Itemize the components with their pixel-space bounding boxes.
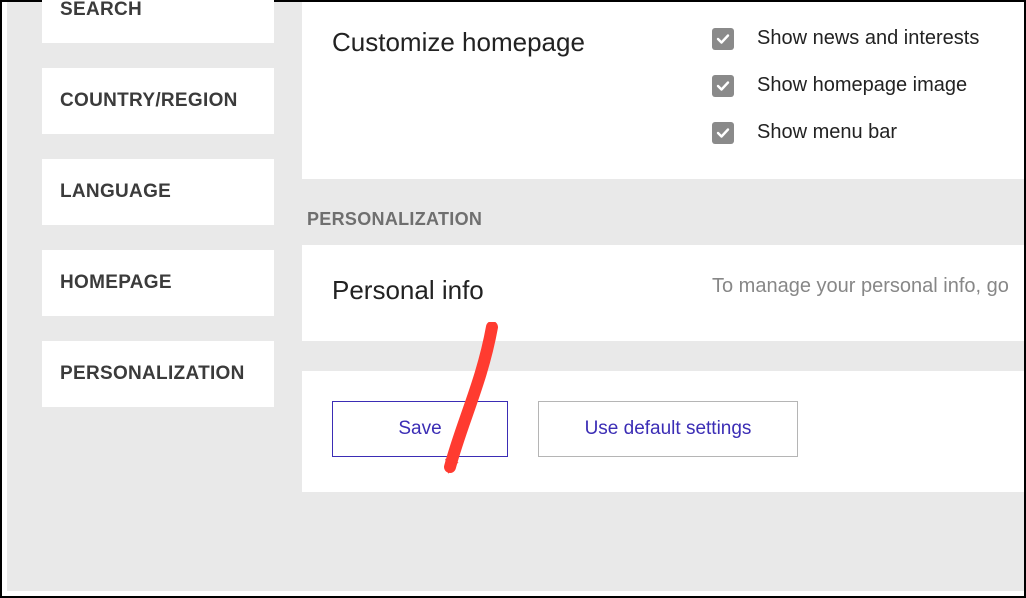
sidebar-item-label: COUNTRY/REGION — [60, 90, 238, 111]
option-show-image: Show homepage image — [712, 74, 994, 97]
homepage-options: Show news and interests Show homepage im… — [712, 27, 994, 144]
sidebar-item-label: PERSONALIZATION — [60, 363, 245, 384]
checkbox-show-menu[interactable] — [712, 122, 734, 144]
checkbox-show-image[interactable] — [712, 75, 734, 97]
option-label: Show menu bar — [757, 121, 897, 144]
action-buttons-row: Save Use default settings — [302, 371, 1024, 492]
customize-homepage-title: Customize homepage — [332, 27, 712, 58]
sidebar-item-homepage[interactable]: HOMEPAGE — [42, 250, 274, 316]
homepage-panel: Customize homepage Show news and interes… — [302, 2, 1024, 179]
sidebar-item-language[interactable]: LANGUAGE — [42, 159, 274, 225]
button-label: Save — [398, 418, 441, 440]
save-button[interactable]: Save — [332, 401, 508, 457]
checkmark-icon — [716, 79, 730, 93]
main-content: Customize homepage Show news and interes… — [302, 2, 1024, 492]
option-show-menu: Show menu bar — [712, 121, 994, 144]
option-label: Show news and interests — [757, 27, 979, 50]
use-default-settings-button[interactable]: Use default settings — [538, 401, 798, 457]
option-show-news: Show news and interests — [712, 27, 994, 50]
personal-info-title: Personal info — [332, 275, 712, 306]
button-label: Use default settings — [585, 418, 752, 440]
personal-info-description: To manage your personal info, go — [712, 275, 1009, 298]
settings-sidebar: SEARCH COUNTRY/REGION LANGUAGE HOMEPAGE … — [42, 2, 274, 432]
sidebar-item-label: SEARCH — [60, 0, 142, 20]
checkbox-show-news[interactable] — [712, 28, 734, 50]
sidebar-item-country-region[interactable]: COUNTRY/REGION — [42, 68, 274, 134]
personalization-header: PERSONALIZATION — [302, 209, 1024, 230]
checkmark-icon — [716, 32, 730, 46]
personalization-panel: Personal info To manage your personal in… — [302, 245, 1024, 341]
sidebar-item-search[interactable]: SEARCH — [42, 0, 274, 43]
option-label: Show homepage image — [757, 74, 967, 97]
sidebar-item-personalization[interactable]: PERSONALIZATION — [42, 341, 274, 407]
sidebar-item-label: HOMEPAGE — [60, 272, 172, 293]
checkmark-icon — [716, 126, 730, 140]
sidebar-item-label: LANGUAGE — [60, 181, 171, 202]
